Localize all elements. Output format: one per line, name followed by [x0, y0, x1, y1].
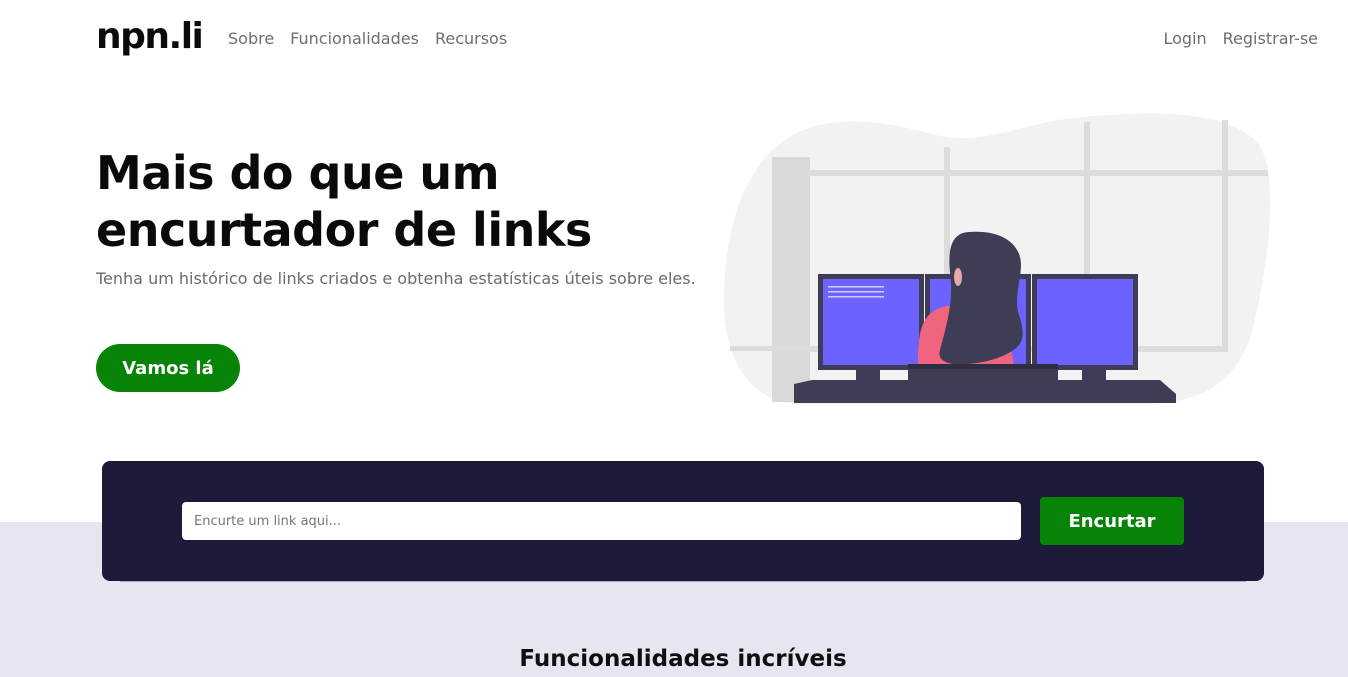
get-started-button[interactable]: Vamos lá [96, 344, 240, 392]
hero-title-line-1: Mais do que um [96, 146, 500, 200]
hero-title-line-2: encurtador de links [96, 203, 592, 257]
login-link[interactable]: Login [1163, 29, 1206, 48]
features-title: Funcionalidades incríveis [519, 646, 847, 672]
register-link[interactable]: Registrar-se [1223, 29, 1318, 48]
main-nav: Sobre Funcionalidades Recursos [228, 29, 507, 48]
nav-link-recursos[interactable]: Recursos [435, 29, 507, 48]
hero-subtitle: Tenha um histórico de links criados e ob… [96, 269, 696, 288]
site-logo[interactable]: npn.li [96, 16, 204, 57]
shorten-card: Encurtar [102, 461, 1264, 581]
shorten-button[interactable]: Encurtar [1040, 497, 1184, 545]
chair [908, 364, 1058, 402]
nav-link-sobre[interactable]: Sobre [228, 29, 274, 48]
shorten-link-input[interactable] [182, 502, 1021, 540]
auth-links: Login Registrar-se [1163, 29, 1318, 48]
nav-link-funcionalidades[interactable]: Funcionalidades [290, 29, 419, 48]
hero-title: Mais do que um encurtador de links [96, 145, 676, 259]
woman-at-computers-illustration [724, 113, 1271, 404]
